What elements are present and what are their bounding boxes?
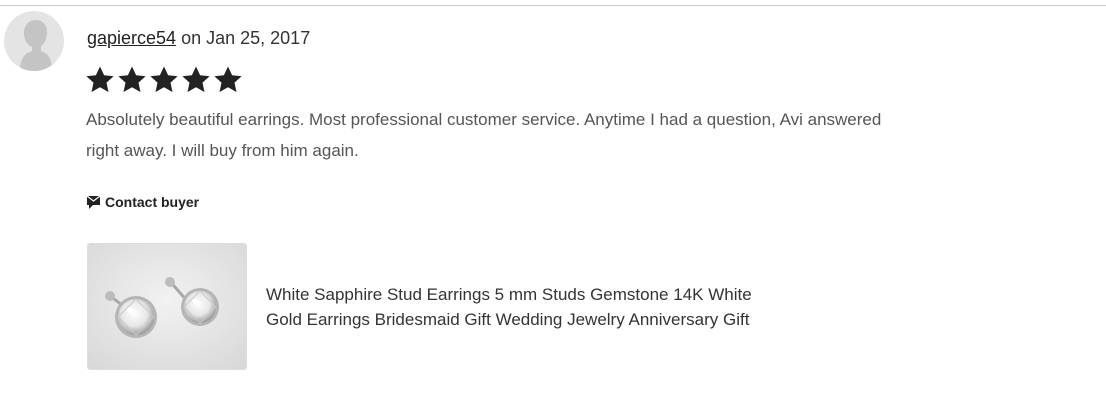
review-text: Absolutely beautiful earrings. Most prof… bbox=[86, 110, 882, 160]
avatar[interactable] bbox=[4, 11, 64, 71]
star-filled-icon bbox=[214, 66, 242, 92]
star-filled-icon bbox=[118, 66, 146, 92]
star-filled-icon bbox=[182, 66, 210, 92]
review-header: gapierce54 on Jan 25, 2017 bbox=[87, 27, 310, 49]
top-divider bbox=[0, 5, 1106, 6]
star-filled-icon bbox=[150, 66, 178, 92]
star-rating bbox=[85, 65, 243, 97]
purchased-listing: White Sapphire Stud Earrings 5 mm Studs … bbox=[87, 243, 766, 370]
reviewer-username-link[interactable]: gapierce54 bbox=[87, 28, 176, 48]
message-icon bbox=[86, 195, 101, 210]
listing-title-link[interactable]: White Sapphire Stud Earrings 5 mm Studs … bbox=[266, 282, 766, 332]
user-avatar-icon bbox=[4, 11, 64, 71]
star-filled-icon bbox=[86, 66, 114, 92]
contact-buyer-button[interactable]: Contact buyer bbox=[86, 194, 199, 210]
earrings-photo-icon bbox=[88, 244, 246, 369]
contact-buyer-label: Contact buyer bbox=[105, 194, 200, 210]
review-date: on Jan 25, 2017 bbox=[181, 28, 311, 48]
listing-thumbnail[interactable] bbox=[87, 243, 247, 370]
